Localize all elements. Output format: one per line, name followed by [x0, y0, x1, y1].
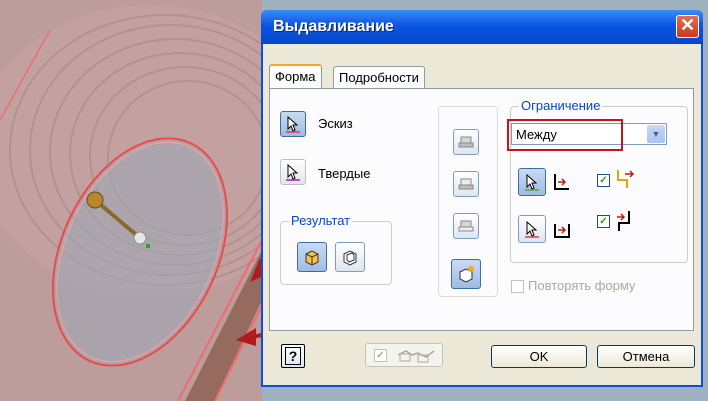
tab-details[interactable]: Подробности	[333, 66, 425, 88]
result-intersect-button[interactable]	[335, 242, 365, 272]
help-icon: ?	[284, 347, 302, 365]
operation-join-button[interactable]	[453, 129, 479, 155]
repeat-shape-checkbox[interactable]	[511, 280, 524, 293]
intersect-icon	[343, 250, 357, 266]
help-button[interactable]: ?	[281, 344, 305, 368]
result-group-title: Результат	[289, 213, 353, 228]
highlight-box	[507, 119, 623, 151]
dialog-titlebar[interactable]: Выдавливание ✕	[261, 10, 703, 44]
limit-group-title: Ограничение	[519, 98, 603, 113]
from-face-icon	[554, 174, 569, 190]
from-extend-checkbox[interactable]: ✓	[597, 174, 610, 187]
new-solid-icon	[459, 266, 474, 283]
cancel-button[interactable]: Отмена	[597, 345, 695, 368]
profile-select-button[interactable]	[280, 111, 306, 137]
chevron-down-icon[interactable]: ▼	[647, 125, 665, 143]
cursor-icon	[525, 173, 539, 191]
intersect-op-icon	[458, 220, 474, 232]
to-extend-checkbox[interactable]: ✓	[597, 215, 610, 228]
join-icon	[305, 250, 319, 266]
new-solid-button[interactable]	[451, 259, 481, 289]
cursor-icon	[286, 115, 300, 133]
dialog-title: Выдавливание	[273, 18, 394, 35]
to-face-icon	[554, 224, 570, 238]
close-button[interactable]: ✕	[676, 15, 699, 38]
operation-cut-button[interactable]	[453, 171, 479, 197]
to-extend-icon	[617, 211, 630, 231]
result-group: Результат	[280, 213, 392, 285]
solids-label: Твердые	[318, 166, 371, 181]
extrude-dialog: Выдавливание ✕ Форма Подробности Эскиз Т…	[261, 10, 703, 387]
operation-column	[438, 106, 498, 297]
tab-shape[interactable]: Форма	[269, 64, 322, 88]
cursor-icon	[286, 163, 300, 181]
operation-intersect-button[interactable]	[453, 213, 479, 239]
preview-checkbox[interactable]: ✓	[374, 349, 387, 362]
glasses-icon	[397, 350, 435, 363]
close-icon: ✕	[679, 15, 696, 35]
cut-icon	[458, 178, 474, 190]
cursor-icon	[525, 220, 539, 238]
limit-to-select-button[interactable]	[518, 215, 546, 243]
ok-button[interactable]: OK	[491, 345, 587, 368]
stack-icon	[458, 136, 474, 148]
preview-toggle[interactable]: ✓	[365, 343, 443, 367]
repeat-shape-label: Повторять форму	[528, 278, 636, 293]
sketch-label: Эскиз	[318, 116, 353, 131]
result-join-button[interactable]	[297, 242, 327, 272]
from-extend-icon	[617, 170, 635, 188]
limit-from-select-button[interactable]	[518, 168, 546, 196]
solids-select-button[interactable]	[280, 159, 306, 185]
